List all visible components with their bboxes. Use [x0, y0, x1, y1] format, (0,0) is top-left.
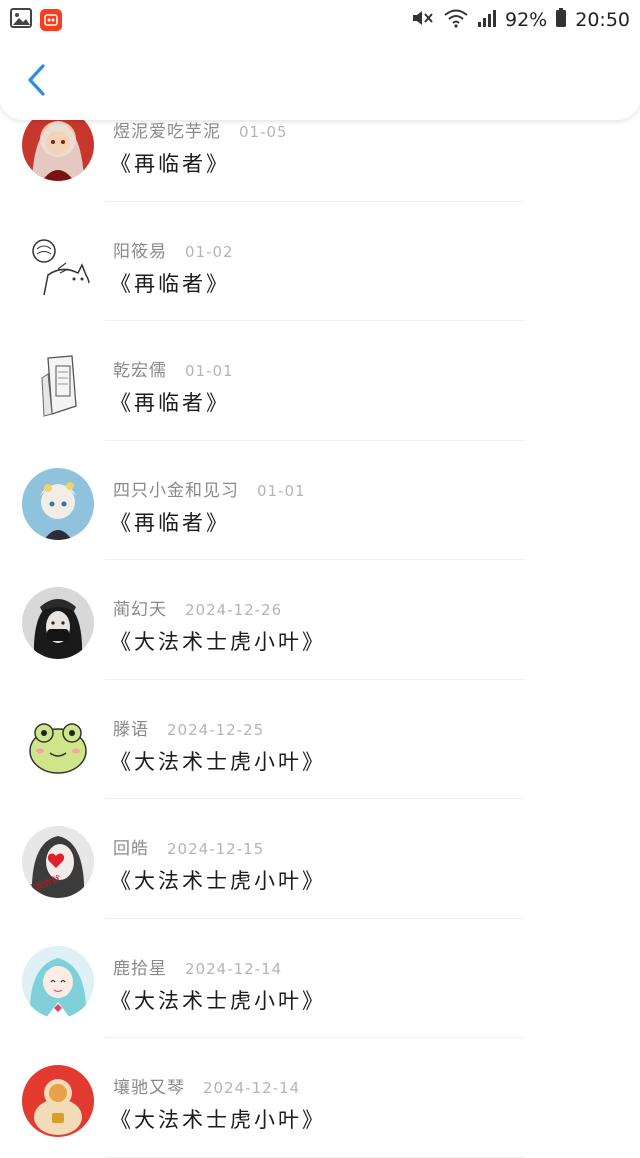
user-name: 滕语: [113, 719, 149, 740]
list-item[interactable]: 阳筱易 01-02 《再临者》: [0, 202, 640, 321]
signal-icon: [477, 9, 497, 32]
avatar[interactable]: [22, 945, 94, 1018]
gallery-icon: [10, 8, 32, 32]
avatar[interactable]: [22, 706, 94, 779]
list-item[interactable]: 鹿拾星 2024-12-14 《大法术士虎小叶》: [0, 919, 640, 1038]
comment-date: 2024-12-25: [167, 720, 265, 739]
list-item[interactable]: 爱我你就 回皓 2024-12-15 《大法术士虎小叶》: [0, 799, 640, 919]
book-title[interactable]: 《再临者》: [110, 387, 230, 417]
book-title[interactable]: 《大法术士虎小叶》: [110, 626, 326, 656]
comment-date: 01-05: [239, 123, 288, 141]
divider: [105, 1156, 525, 1158]
user-name: 乾宏儒: [113, 361, 167, 381]
user-name: 鹿拾星: [113, 958, 167, 979]
wifi-icon: [443, 8, 469, 33]
battery-icon: [555, 7, 567, 33]
list-item[interactable]: 乾宏儒 01-01 《再临者》: [0, 321, 640, 441]
book-title[interactable]: 《再临者》: [110, 148, 230, 178]
book-title[interactable]: 《大法术士虎小叶》: [110, 746, 326, 776]
book-title[interactable]: 《大法术士虎小叶》: [110, 865, 326, 895]
book-title[interactable]: 《再临者》: [110, 507, 230, 537]
list-item[interactable]: 四只小金和见习 01-01 《再临者》: [0, 441, 640, 560]
comment-date: 2024-12-14: [203, 1079, 301, 1097]
avatar[interactable]: [22, 467, 94, 540]
chevron-left-icon: [25, 63, 47, 101]
user-name: 回皓: [113, 839, 149, 859]
avatar[interactable]: [22, 228, 94, 301]
comment-date: 2024-12-26: [185, 601, 283, 619]
book-title[interactable]: 《大法术士虎小叶》: [110, 985, 326, 1015]
user-list: 煜泥爱吃芋泥 01-05 《再临者》 阳筱易 01-02 《再临者》 乾宏儒 0…: [0, 82, 640, 1158]
comment-date: 01-01: [185, 362, 234, 380]
user-name: 蔺幻天: [113, 600, 167, 620]
avatar[interactable]: [22, 587, 94, 659]
comment-date: 2024-12-14: [185, 959, 283, 978]
clock: 20:50: [575, 9, 630, 31]
avatar[interactable]: [22, 348, 94, 420]
book-title[interactable]: 《大法术士虎小叶》: [110, 1104, 326, 1134]
list-item[interactable]: 滕语 2024-12-25 《大法术士虎小叶》: [0, 680, 640, 799]
comment-date: 2024-12-15: [167, 840, 265, 858]
user-name: 壤驰又琴: [113, 1078, 185, 1098]
top-navigation-bar: [0, 40, 640, 120]
book-title[interactable]: 《再临者》: [110, 268, 230, 298]
status-bar: 92% 20:50: [0, 0, 640, 40]
user-name: 煜泥爱吃芋泥: [113, 122, 221, 142]
comment-date: 01-01: [257, 481, 306, 500]
list-item[interactable]: 蔺幻天 2024-12-26 《大法术士虎小叶》: [0, 560, 640, 680]
avatar[interactable]: 爱我你就: [22, 826, 94, 898]
comment-date: 01-02: [185, 242, 234, 261]
list-item[interactable]: 壤驰又琴 2024-12-14 《大法术士虎小叶》: [0, 1038, 640, 1158]
avatar[interactable]: [22, 1065, 94, 1137]
user-name: 四只小金和见习: [113, 480, 239, 501]
battery-percent: 92%: [505, 9, 548, 31]
user-name: 阳筱易: [113, 241, 167, 262]
mute-icon: [411, 8, 435, 33]
app-badge-icon: [40, 9, 62, 31]
back-button[interactable]: [18, 62, 54, 102]
